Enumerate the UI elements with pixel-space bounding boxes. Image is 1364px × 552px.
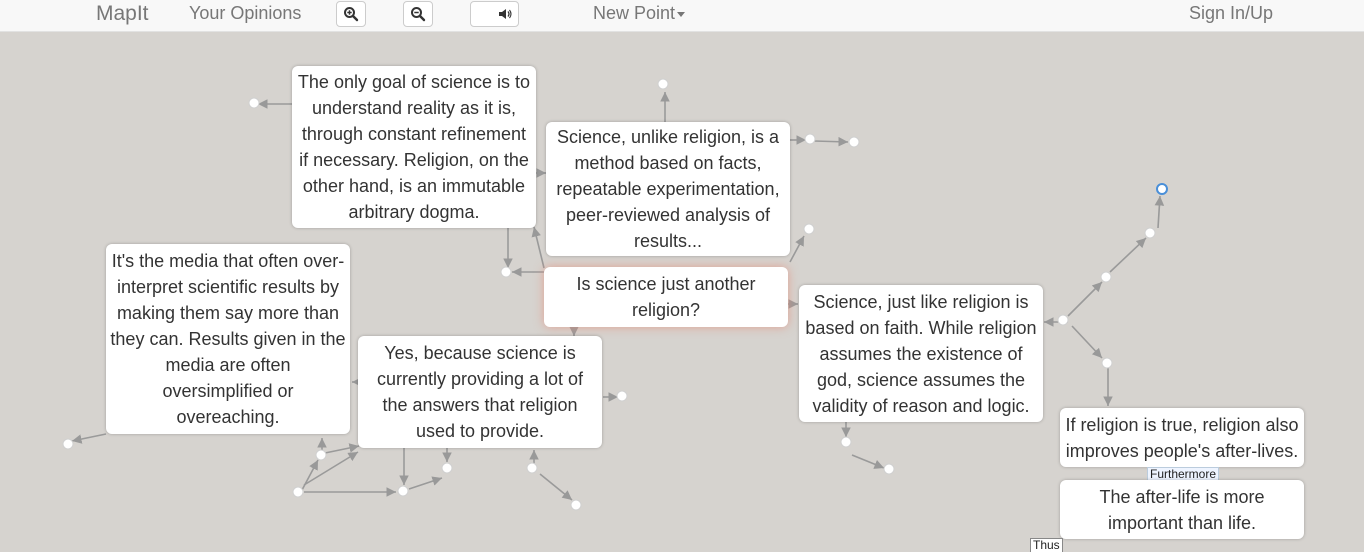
sign-in-link[interactable]: Sign In/Up — [1189, 3, 1273, 23]
argument-map-canvas[interactable]: The only goal of science is to understan… — [0, 32, 1364, 552]
map-node-dot[interactable] — [570, 499, 582, 511]
new-point-label: New Point — [593, 3, 676, 23]
map-node-dot[interactable] — [803, 223, 815, 235]
map-node-dot[interactable] — [62, 438, 74, 450]
point-text: The after-life is more important than li… — [1099, 486, 1265, 533]
central-claim-text: Is science just another religion? — [576, 274, 756, 320]
map-node-dot[interactable] — [500, 266, 512, 278]
chevron-down-icon — [677, 11, 686, 17]
map-node-dot[interactable] — [315, 449, 327, 461]
point-text: The only goal of science is to understan… — [297, 72, 531, 222]
zoom-in-button[interactable] — [336, 1, 366, 27]
map-node-dot[interactable] — [526, 462, 538, 474]
point-card-media[interactable]: It's the media that often over-interpret… — [106, 244, 350, 434]
point-card-science-method[interactable]: Science, unlike religion, is a method ba… — [546, 122, 790, 256]
sound-button[interactable] — [470, 1, 519, 27]
map-node-dot[interactable] — [1100, 271, 1112, 283]
map-node-dot[interactable] — [1144, 227, 1156, 239]
point-text: It's the media that often over-interpret… — [110, 251, 346, 427]
zoom-out-icon — [411, 7, 426, 22]
point-text: Science, unlike religion, is a method ba… — [556, 127, 780, 251]
map-node-dot[interactable] — [1101, 357, 1113, 369]
new-point-dropdown[interactable]: New Point — [593, 3, 686, 23]
point-card-yes-because[interactable]: Yes, because science is currently provid… — [358, 336, 602, 448]
map-node-dot[interactable] — [441, 462, 453, 474]
speaker-icon — [499, 9, 512, 19]
top-navbar: MapIt Your Opinions New Point Sign In/Up — [0, 0, 1364, 32]
your-opinions-link[interactable]: Your Opinions — [189, 3, 301, 23]
map-node-dot[interactable] — [840, 436, 852, 448]
central-claim-card[interactable]: Is science just another religion? — [544, 267, 788, 327]
zoom-in-icon — [344, 7, 359, 22]
selected-node-dot[interactable] — [1156, 183, 1168, 195]
map-node-dot[interactable] — [657, 78, 669, 90]
point-card-goal-of-science[interactable]: The only goal of science is to understan… — [292, 66, 536, 228]
point-text: Science, just like religion is based on … — [805, 291, 1037, 416]
brand-logo[interactable]: MapIt — [96, 1, 149, 27]
map-node-dot[interactable] — [397, 485, 409, 497]
connector-label-thus[interactable]: Thus — [1030, 538, 1063, 552]
map-node-dot[interactable] — [248, 97, 260, 109]
point-text: If religion is true, religion also impro… — [1065, 414, 1299, 461]
map-node-dot[interactable] — [848, 136, 860, 148]
map-node-dot[interactable] — [1057, 314, 1069, 326]
map-node-dot[interactable] — [883, 463, 895, 475]
map-node-dot[interactable] — [804, 133, 816, 145]
point-card-after-life-important[interactable]: The after-life is more important than li… — [1060, 480, 1304, 539]
map-node-dot[interactable] — [292, 486, 304, 498]
zoom-out-button[interactable] — [403, 1, 433, 27]
point-text: Yes, because science is currently provid… — [376, 343, 584, 441]
map-node-dot[interactable] — [616, 390, 628, 402]
point-card-faith[interactable]: Science, just like religion is based on … — [799, 285, 1043, 422]
point-card-after-lives[interactable]: If religion is true, religion also impro… — [1060, 408, 1304, 467]
